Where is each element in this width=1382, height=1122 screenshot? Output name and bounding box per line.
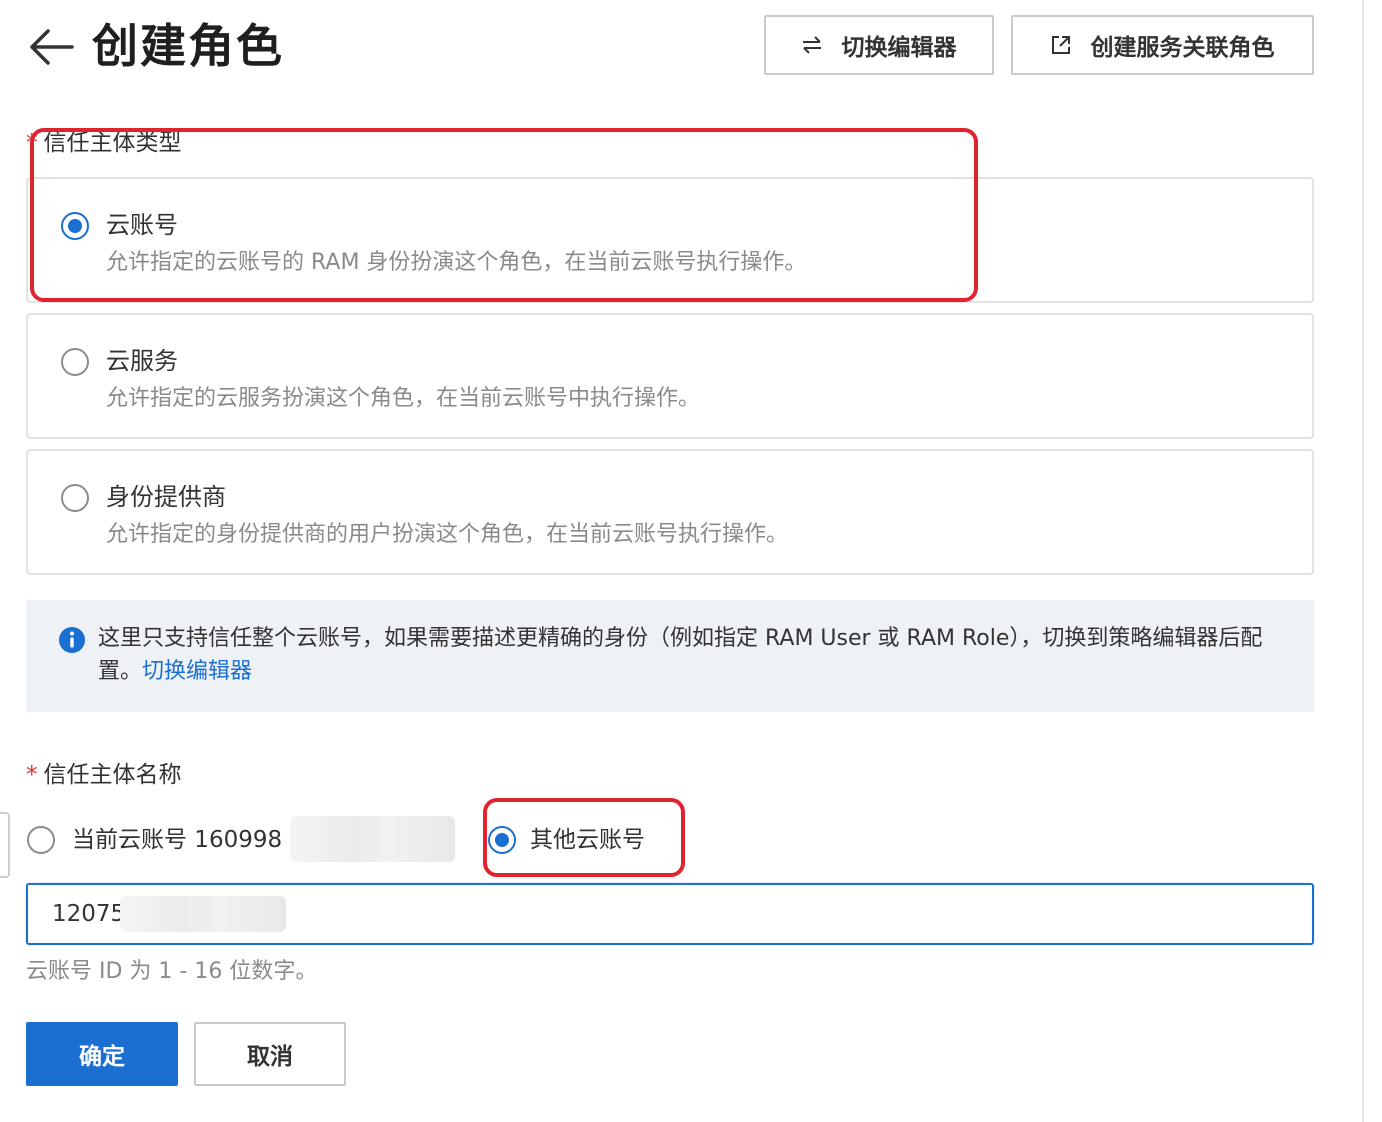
cancel-button[interactable]: 取消 [194,1022,346,1086]
option-card-cloud-account[interactable]: 云账号 允许指定的云账号的 RAM 身份扮演这个角色，在当前云账号执行操作。 [26,177,1314,303]
confirm-button[interactable]: 确定 [26,1022,178,1086]
switch-editor-link[interactable]: 切换编辑器 [142,659,252,684]
switch-editor-label: 切换编辑器 [841,35,957,61]
option-desc: 允许指定的身份提供商的用户扮演这个角色，在当前云账号执行操作。 [106,522,789,547]
option-desc: 允许指定的云账号的 RAM 身份扮演这个角色，在当前云账号执行操作。 [106,250,807,275]
option-card-cloud-service[interactable]: 云服务 允许指定的云服务扮演这个角色，在当前云账号中执行操作。 [26,313,1314,439]
back-arrow-icon[interactable] [28,28,74,66]
page-title: 创建角色 [92,19,284,73]
account-id-help: 云账号 ID 为 1 - 16 位数字。 [26,959,318,984]
option-title: 云账号 [106,211,178,239]
radio-current-account[interactable] [27,826,55,854]
radio-cloud-account[interactable] [61,212,89,240]
other-account-label: 其他云账号 [530,827,645,853]
info-alert: 这里只支持信任整个云账号，如果需要描述更精确的身份（例如指定 RAM User … [26,600,1314,712]
swap-icon [802,36,822,54]
external-link-icon [1051,35,1071,55]
info-icon [58,626,86,654]
account-id-value: 12075 [52,901,126,927]
option-desc: 允许指定的云服务扮演这个角色，在当前云账号中执行操作。 [106,386,701,411]
trust-name-label: * 信任主体名称 [26,762,182,788]
radio-other-account[interactable] [488,826,516,854]
side-collapse-handle[interactable] [0,812,10,878]
radio-cloud-service[interactable] [61,348,89,376]
option-card-identity-provider[interactable]: 身份提供商 允许指定的身份提供商的用户扮演这个角色，在当前云账号执行操作。 [26,449,1314,575]
info-text: 这里只支持信任整个云账号，如果需要描述更精确的身份（例如指定 RAM User … [98,626,1263,684]
create-service-role-button[interactable]: 创建服务关联角色 [1011,15,1314,75]
option-title: 身份提供商 [106,483,226,511]
required-mark: * [26,762,38,788]
create-service-role-label: 创建服务关联角色 [1090,35,1275,61]
required-mark: * [26,130,38,156]
option-title: 云服务 [106,347,178,375]
page-right-border [1362,0,1364,1122]
radio-identity-provider[interactable] [61,484,89,512]
trust-type-label: * 信任主体类型 [26,130,182,156]
redacted-account-id [290,816,455,862]
redacted-input-value [120,896,286,932]
switch-editor-button[interactable]: 切换编辑器 [764,15,994,75]
current-account-label: 当前云账号 160998 [72,827,283,853]
